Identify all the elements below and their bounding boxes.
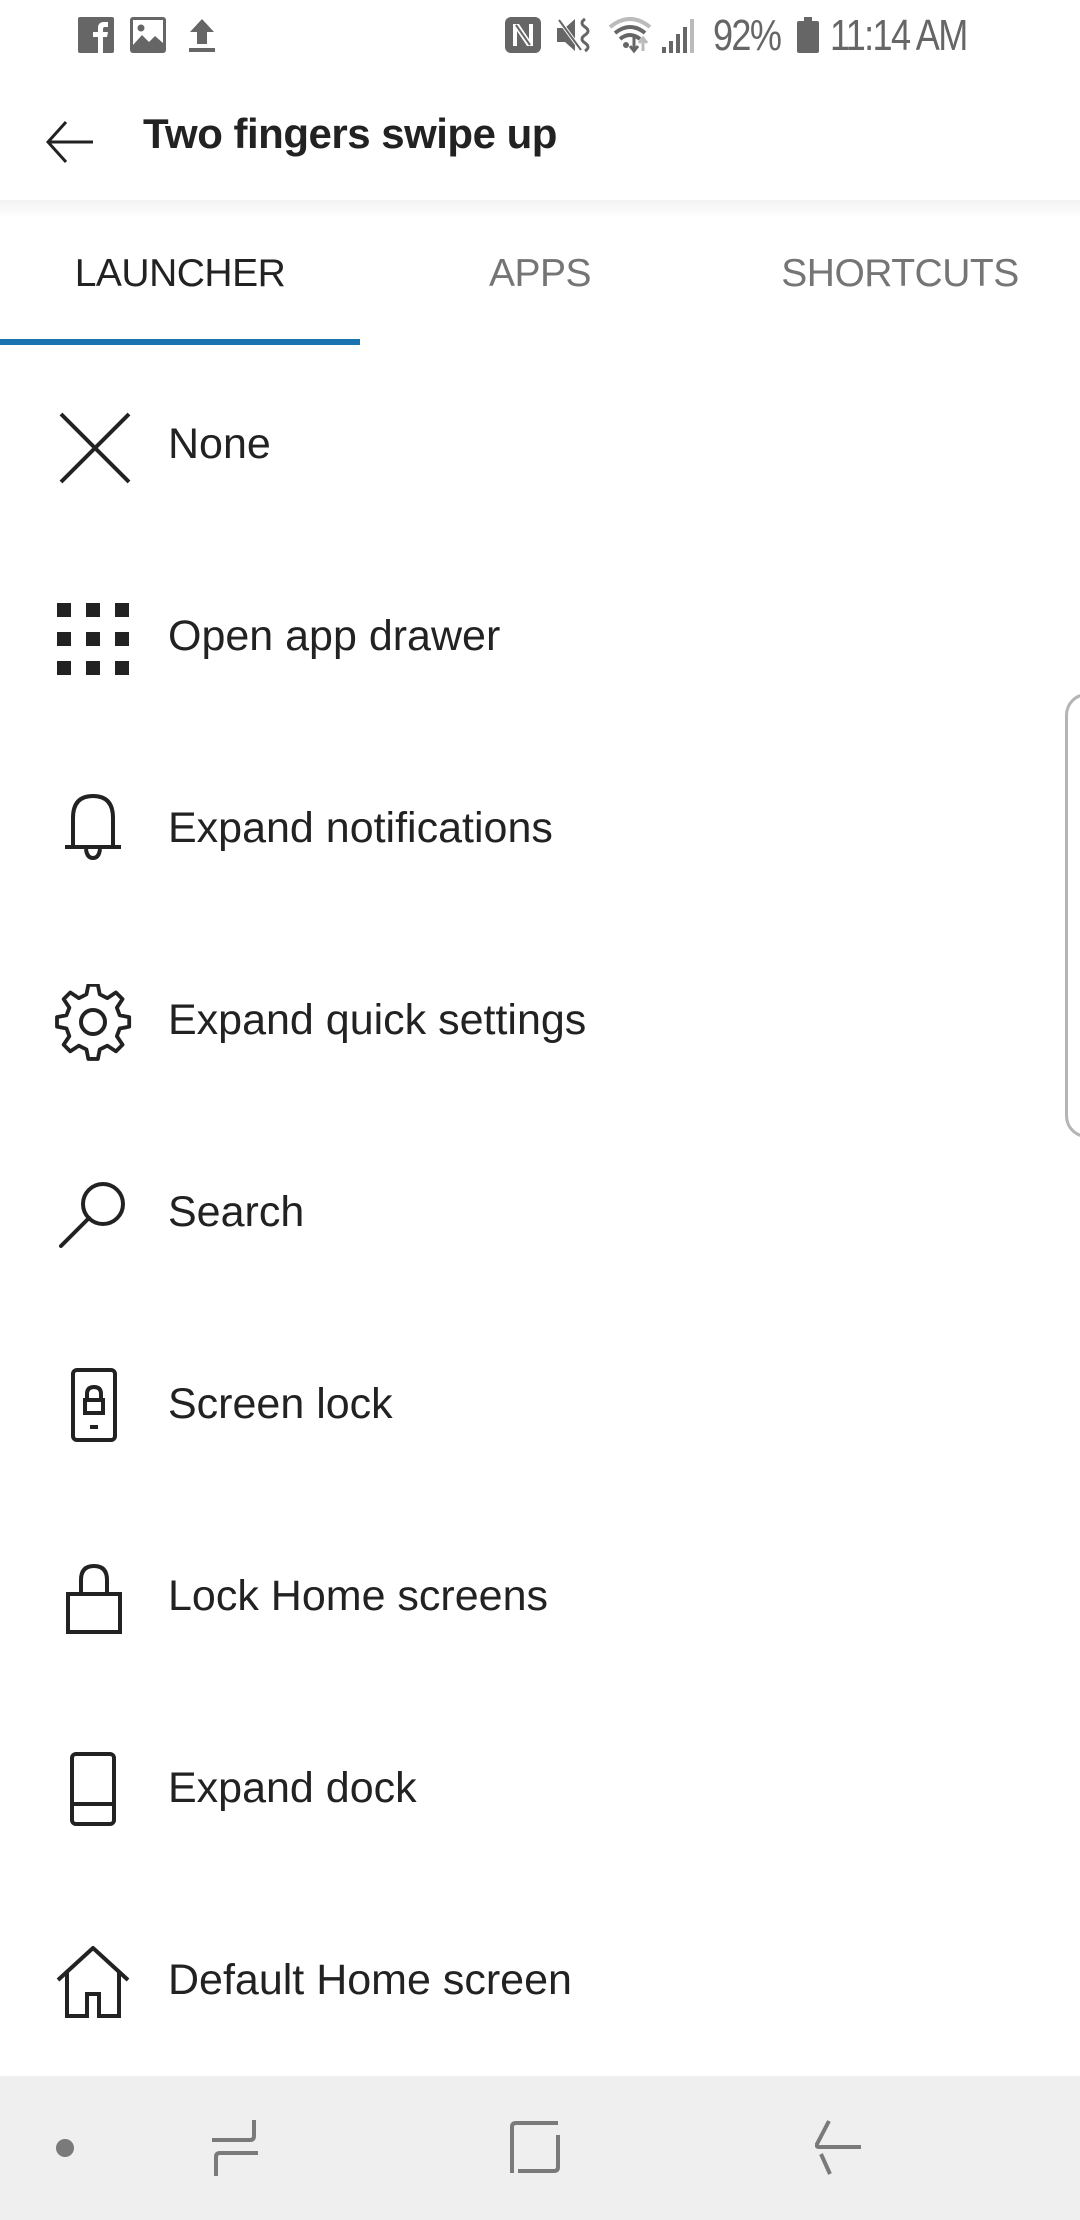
tab-label: SHORTCUTS: [781, 252, 1019, 295]
list-item-label: Default Home screen: [168, 1956, 572, 2004]
close-icon: [55, 408, 135, 488]
tab-shortcuts[interactable]: SHORTCUTS: [720, 200, 1080, 348]
list-item-label: Expand quick settings: [168, 996, 587, 1044]
list-item-label: Open app drawer: [168, 612, 501, 660]
arrow-left-icon: [46, 120, 93, 164]
list-item-none[interactable]: None: [0, 348, 1080, 540]
edge-panel-handle[interactable]: [1065, 693, 1080, 1138]
tab-label: APPS: [488, 252, 592, 295]
list-item-label: None: [168, 420, 271, 468]
page-title: Two fingers swipe up: [143, 110, 557, 157]
clock: 11:14 AM: [830, 11, 968, 60]
bell-icon: [55, 792, 135, 872]
recent-apps-button[interactable]: [170, 2076, 300, 2220]
padlock-icon: [55, 1560, 135, 1640]
facebook-icon: [78, 17, 114, 53]
tab-launcher[interactable]: LAUNCHER: [0, 200, 360, 348]
list-item-expand-dock[interactable]: Expand dock: [0, 1692, 1080, 1884]
dock-icon: [55, 1752, 135, 1832]
mute-icon: [557, 17, 590, 53]
list-item-default-home-screen[interactable]: Default Home screen: [0, 1884, 1080, 2076]
gallery-icon: [130, 17, 166, 53]
list-item-label: Screen lock: [168, 1380, 393, 1428]
phone-lock-icon: [55, 1368, 135, 1448]
recent-apps-icon: [212, 2120, 258, 2176]
list-item-label: Lock Home screens: [168, 1572, 548, 1620]
list-item-label: Expand dock: [168, 1764, 417, 1812]
list-item-expand-quick-settings[interactable]: Expand quick settings: [0, 924, 1080, 1116]
navigation-bar: [0, 2076, 1080, 2220]
action-list: None Open app drawer Expand notification…: [0, 348, 1080, 2076]
back-arrow-icon: [815, 2120, 861, 2175]
gear-icon: [55, 984, 135, 1064]
upload-icon: [189, 19, 215, 52]
hide-keyboard-dot-button[interactable]: [20, 2076, 110, 2220]
search-icon: [55, 1176, 135, 1256]
tab-label: LAUNCHER: [74, 252, 286, 295]
home-square-icon: [510, 2121, 560, 2173]
list-item-open-app-drawer[interactable]: Open app drawer: [0, 540, 1080, 732]
wifi-icon: [608, 17, 652, 53]
status-bar: 92% 11:14 AM: [0, 0, 1080, 72]
list-item-lock-home-screens[interactable]: Lock Home screens: [0, 1500, 1080, 1692]
home-icon: [55, 1944, 135, 2024]
dot-icon: [56, 2139, 74, 2157]
back-button[interactable]: [30, 102, 110, 182]
app-header: Two fingers swipe up: [0, 72, 1080, 200]
app-drawer-grid-icon: [55, 600, 135, 680]
home-button[interactable]: [470, 2076, 600, 2220]
list-item-label: Search: [168, 1188, 305, 1236]
list-item-search[interactable]: Search: [0, 1116, 1080, 1308]
battery-icon: [797, 17, 819, 53]
tab-bar: LAUNCHER APPS SHORTCUTS: [0, 200, 1080, 348]
signal-icon: [662, 19, 694, 53]
nfc-icon: [505, 17, 541, 53]
active-tab-indicator: [0, 339, 360, 345]
list-item-screen-lock[interactable]: Screen lock: [0, 1308, 1080, 1500]
battery-percent: 92%: [713, 11, 782, 60]
back-nav-button[interactable]: [775, 2076, 905, 2220]
list-item-label: Expand notifications: [168, 804, 553, 852]
tab-apps[interactable]: APPS: [360, 200, 720, 348]
list-item-expand-notifications[interactable]: Expand notifications: [0, 732, 1080, 924]
